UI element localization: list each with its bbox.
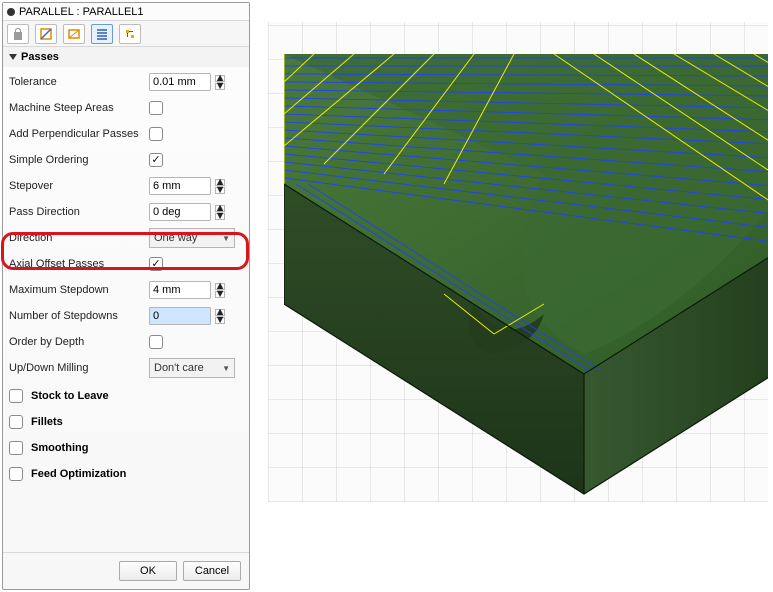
dialog-tab-toolbar (3, 21, 249, 47)
feedopt-checkbox[interactable] (9, 467, 23, 481)
row-updown-milling: Up/Down Milling Don't care ▼ (9, 355, 243, 381)
tab-tool-icon[interactable] (7, 24, 29, 44)
smoothing-label: Smoothing (31, 442, 88, 454)
section-smoothing[interactable]: Smoothing (3, 435, 249, 461)
part-model (284, 54, 768, 502)
orderdepth-label: Order by Depth (9, 336, 149, 348)
row-simple-ordering: Simple Ordering (9, 147, 243, 173)
row-max-stepdown: Maximum Stepdown ▲▼ (9, 277, 243, 303)
row-axial-offset: Axial Offset Passes (9, 251, 243, 277)
section-passes-label: Passes (21, 51, 59, 63)
tab-passes-icon[interactable] (91, 24, 113, 44)
cancel-button[interactable]: Cancel (183, 561, 241, 581)
chevron-down-icon: ▼ (222, 364, 230, 373)
row-num-stepdowns: Number of Stepdowns ▲▼ (9, 303, 243, 329)
simple-ordering-label: Simple Ordering (9, 154, 149, 166)
numstep-label: Number of Stepdowns (9, 310, 149, 322)
section-fillets[interactable]: Fillets (3, 409, 249, 435)
row-tolerance: Tolerance ▲▼ (9, 69, 243, 95)
dialog-title: PARALLEL : PARALLEL1 (19, 6, 144, 18)
machine-steep-label: Machine Steep Areas (9, 102, 149, 114)
passes-rows: Tolerance ▲▼ Machine Steep Areas Add Per… (3, 67, 249, 383)
row-machine-steep: Machine Steep Areas (9, 95, 243, 121)
direction-value: One way (154, 232, 197, 244)
tab-heights-icon[interactable] (63, 24, 85, 44)
smoothing-checkbox[interactable] (9, 441, 23, 455)
updown-value: Don't care (154, 362, 204, 374)
axial-checkbox[interactable] (149, 257, 163, 271)
3d-viewport[interactable] (268, 22, 768, 502)
stock-checkbox[interactable] (9, 389, 23, 403)
tolerance-spinner[interactable]: ▲▼ (215, 75, 225, 90)
fillets-label: Fillets (31, 416, 63, 428)
section-feed-opt[interactable]: Feed Optimization (3, 461, 249, 487)
dialog-footer: OK Cancel (3, 552, 249, 589)
perp-label: Add Perpendicular Passes (9, 128, 149, 140)
direction-dropdown[interactable]: One way ▼ (149, 228, 235, 248)
passdir-label: Pass Direction (9, 206, 149, 218)
tab-linking-icon[interactable] (119, 24, 141, 44)
axial-label: Axial Offset Passes (9, 258, 149, 270)
simple-ordering-checkbox[interactable] (149, 153, 163, 167)
row-order-by-depth: Order by Depth (9, 329, 243, 355)
machine-steep-checkbox[interactable] (149, 101, 163, 115)
close-icon[interactable] (7, 8, 15, 16)
tolerance-input[interactable] (149, 73, 211, 91)
stepover-label: Stepover (9, 180, 149, 192)
row-stepover: Stepover ▲▼ (9, 173, 243, 199)
maxstep-spinner[interactable]: ▲▼ (215, 283, 225, 298)
row-direction: Direction One way ▼ (9, 225, 243, 251)
maxstep-label: Maximum Stepdown (9, 284, 149, 296)
tolerance-label: Tolerance (9, 76, 149, 88)
stepover-spinner[interactable]: ▲▼ (215, 179, 225, 194)
updown-label: Up/Down Milling (9, 362, 149, 374)
dialog-titlebar: PARALLEL : PARALLEL1 (3, 3, 249, 21)
row-pass-direction: Pass Direction ▲▼ (9, 199, 243, 225)
perp-checkbox[interactable] (149, 127, 163, 141)
passdir-spinner[interactable]: ▲▼ (215, 205, 225, 220)
maxstep-input[interactable] (149, 281, 211, 299)
numstep-spinner[interactable]: ▲▼ (215, 309, 225, 324)
updown-dropdown[interactable]: Don't care ▼ (149, 358, 235, 378)
numstep-input[interactable] (149, 307, 211, 325)
fillets-checkbox[interactable] (9, 415, 23, 429)
direction-label: Direction (9, 232, 149, 244)
orderdepth-checkbox[interactable] (149, 335, 163, 349)
ok-button[interactable]: OK (119, 561, 177, 581)
chevron-down-icon: ▼ (222, 234, 230, 243)
stepover-input[interactable] (149, 177, 211, 195)
parallel-dialog: PARALLEL : PARALLEL1 Passes Tolerance ▲▼ (2, 2, 250, 590)
feedopt-label: Feed Optimization (31, 468, 126, 480)
passdir-input[interactable] (149, 203, 211, 221)
section-passes-header[interactable]: Passes (3, 47, 249, 67)
row-perp-passes: Add Perpendicular Passes (9, 121, 243, 147)
section-stock-to-leave[interactable]: Stock to Leave (3, 383, 249, 409)
chevron-down-icon (9, 54, 17, 60)
stock-label: Stock to Leave (31, 390, 109, 402)
tab-geometry-icon[interactable] (35, 24, 57, 44)
